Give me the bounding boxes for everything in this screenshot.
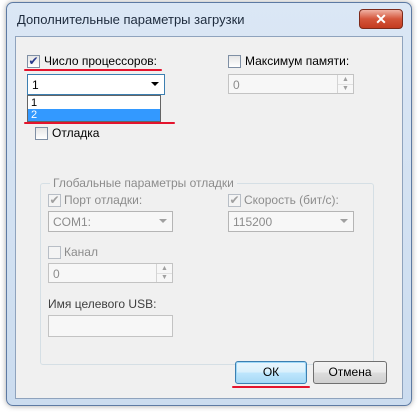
global-debug-group-title: Глобальные параметры отладки: [50, 176, 237, 190]
processors-option-1[interactable]: 1: [28, 97, 160, 109]
baud-rate-label: Скорость (бит/с):: [244, 193, 339, 207]
usb-target-input[interactable]: [48, 315, 173, 337]
max-memory-value: 0: [233, 78, 240, 92]
cancel-button[interactable]: Отмена: [313, 361, 387, 384]
debug-checkbox[interactable]: [35, 127, 48, 140]
max-memory-spin-buttons: ▲ ▼: [337, 75, 353, 93]
chevron-down-icon: [340, 219, 348, 223]
annotation-underline-ok: [232, 386, 310, 388]
processors-label: Число процессоров:: [44, 54, 157, 68]
dialog-title: Дополнительные параметры загрузки: [17, 12, 245, 27]
channel-checkbox[interactable]: [48, 246, 61, 259]
max-memory-label: Максимум памяти:: [245, 54, 350, 68]
channel-spinbox[interactable]: 0 ▲ ▼: [48, 263, 173, 283]
annotation-underline-processors: [24, 69, 162, 71]
chevron-down-icon: [159, 219, 167, 223]
close-button[interactable]: ✕: [359, 9, 403, 29]
baud-rate-checkbox[interactable]: ✔: [228, 194, 241, 207]
debug-port-label: Порт отладки:: [64, 193, 143, 207]
processors-checkbox[interactable]: ✔: [27, 55, 40, 68]
channel-spin-buttons: ▲ ▼: [156, 264, 172, 282]
processors-option-2[interactable]: 2: [28, 109, 160, 121]
max-memory-spinbox[interactable]: 0 ▲ ▼: [228, 74, 354, 94]
debug-port-checkbox[interactable]: ✔: [48, 194, 61, 207]
processors-combobox-value: 1: [32, 78, 39, 92]
baud-rate-value: 115200: [233, 215, 273, 229]
dialog-window: Дополнительные параметры загрузки ✕ ✔ Чи…: [6, 2, 412, 406]
close-icon: ✕: [375, 11, 387, 27]
checkmark-icon: ✔: [28, 54, 39, 68]
annotation-underline-dropdown: [24, 122, 175, 124]
baud-rate-combobox[interactable]: 115200: [228, 211, 354, 232]
debug-label: Отладка: [52, 126, 100, 140]
chevron-down-icon: [151, 82, 159, 86]
checkmark-icon: ✔: [229, 193, 240, 207]
processors-dropdown-list: 1 2: [27, 95, 161, 122]
spin-down-icon[interactable]: ▼: [157, 273, 172, 282]
channel-label: Канал: [64, 245, 98, 259]
ok-button[interactable]: ОК: [235, 361, 307, 384]
dialog-client-area: ✔ Число процессоров: 1 1 2 Максимум памя…: [15, 36, 403, 399]
debug-port-value: COM1:: [53, 215, 92, 229]
max-memory-checkbox[interactable]: [228, 55, 241, 68]
processors-combobox[interactable]: 1: [27, 74, 165, 95]
spin-down-icon[interactable]: ▼: [338, 84, 353, 93]
debug-port-combobox[interactable]: COM1:: [48, 211, 173, 232]
checkmark-icon: ✔: [49, 193, 60, 207]
usb-target-label: Имя целевого USB:: [48, 297, 157, 311]
channel-value: 0: [53, 267, 60, 281]
